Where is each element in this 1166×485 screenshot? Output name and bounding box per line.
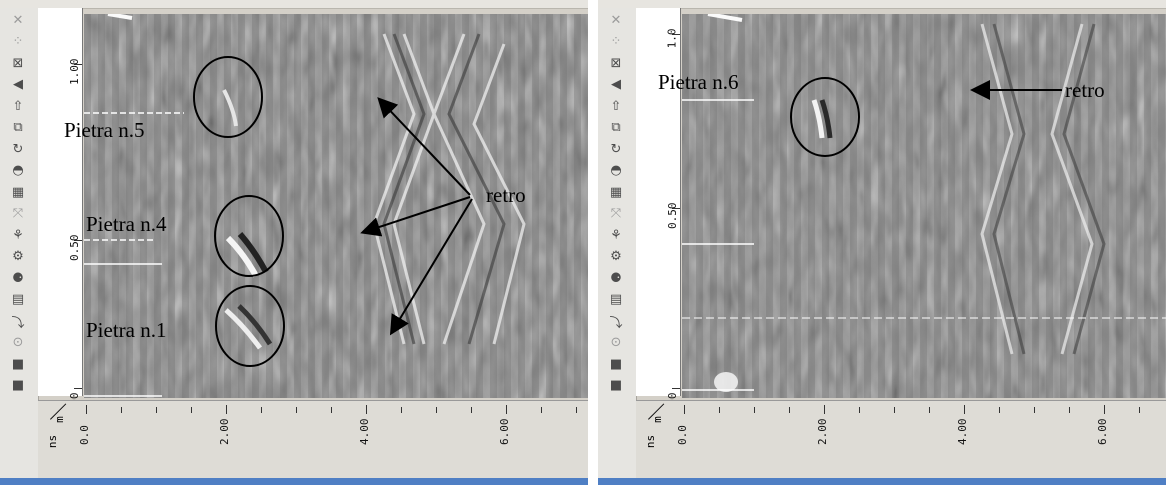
time-label: 2.00: [816, 418, 829, 446]
refresh-icon[interactable]: ↻: [606, 139, 626, 159]
copy-icon[interactable]: ⧉: [606, 118, 626, 138]
gain-icon[interactable]: ⚙: [606, 247, 626, 267]
sphere-icon[interactable]: ◓: [606, 161, 626, 181]
spread-icon[interactable]: ▦: [606, 182, 626, 202]
pick-icon[interactable]: ⤵: [606, 311, 626, 331]
window-bottom-edge: [598, 478, 1166, 485]
time-label: 4.00: [956, 418, 969, 446]
axis-unit: m ns: [644, 403, 672, 451]
stone6-label: Pietra n.6: [658, 70, 739, 94]
radargram-texture: [682, 14, 1166, 398]
axis-unit: m ns: [46, 403, 74, 451]
time-label: 4.00: [358, 418, 371, 446]
select-icon[interactable]: ⁘: [606, 32, 626, 52]
copy-icon[interactable]: ⧉: [8, 118, 28, 138]
left-toolbar: ✕ ⁘ ⊠ ◀ ⇧ ⧉ ↻ ◓ ▦ ⤧ ⚘ ⚙ ⚈ ▤ ⤵ ⊙ ■ ■: [0, 8, 39, 478]
sphere-icon[interactable]: ◓: [8, 161, 28, 181]
wiggle-icon[interactable]: ⚘: [8, 225, 28, 245]
right-radargram-window: ✕⁘⊠◀⇧⧉↻◓▦⤧⚘⚙⚈▤⤵⊙■■ 1.0 0.50 00: [598, 0, 1166, 485]
close-icon[interactable]: ✕: [606, 10, 626, 30]
depth-label: 1.0: [665, 28, 679, 49]
depth-label: 0.50: [67, 234, 81, 262]
left-radargram-window: ✕⁘⊠◀⇧⧉↻◓▦⤧⚘⚙⚈▤⤵⊙■■ 1.00 0.50 00: [0, 0, 588, 485]
depth-label: 0.50: [665, 202, 679, 230]
zoom-icon[interactable]: ⊠: [8, 53, 28, 73]
stone5-label: Pietra n.5: [64, 118, 145, 142]
right-time-axis: m ns 0.0 2.00 4.00 6.00: [636, 400, 1166, 479]
grid-icon[interactable]: ▤: [8, 290, 28, 310]
marker-icon[interactable]: ⚈: [606, 268, 626, 288]
stop-icon[interactable]: ■: [8, 376, 28, 396]
fit-icon[interactable]: ⤧: [606, 204, 626, 224]
close-icon[interactable]: ✕: [8, 10, 28, 30]
right-radargram-image: [682, 14, 1166, 398]
refresh-icon[interactable]: ↻: [8, 139, 28, 159]
time-label: 0.0: [78, 425, 91, 445]
marker-icon[interactable]: ⚈: [8, 268, 28, 288]
window-top-edge: [0, 0, 588, 9]
circle-icon[interactable]: ⊙: [8, 333, 28, 353]
gain-icon[interactable]: ⚙: [8, 247, 28, 267]
depth-label: 1.00: [67, 58, 81, 86]
retro-label: retro: [1065, 78, 1105, 102]
grid-icon[interactable]: ▤: [606, 290, 626, 310]
stone4-label: Pietra n.4: [86, 212, 167, 236]
stop-icon[interactable]: ■: [606, 376, 626, 396]
fit-icon[interactable]: ⤧: [8, 204, 28, 224]
left-time-axis: m ns 0.0 2.00 4.00 6.00: [38, 400, 588, 479]
back-icon[interactable]: ◀: [606, 75, 626, 95]
back-icon[interactable]: ◀: [8, 75, 28, 95]
left-depth-axis: 1.00 0.50 00: [38, 8, 83, 406]
window-bottom-edge: [0, 478, 588, 485]
time-label: 6.00: [498, 418, 511, 446]
right-depth-axis: 1.0 0.50 00: [636, 8, 681, 406]
spread-icon[interactable]: ▦: [8, 182, 28, 202]
up-icon[interactable]: ⇧: [8, 96, 28, 116]
zoom-icon[interactable]: ⊠: [606, 53, 626, 73]
retro-label: retro: [486, 183, 526, 207]
window-top-edge: [598, 0, 1166, 9]
stone1-label: Pietra n.1: [86, 318, 167, 342]
pick-icon[interactable]: ⤵: [8, 311, 28, 331]
wiggle-icon[interactable]: ⚘: [606, 225, 626, 245]
time-label: 2.00: [218, 418, 231, 446]
right-toolbar: ✕ ⁘ ⊠ ◀ ⇧ ⧉ ↻ ◓ ▦ ⤧ ⚘ ⚙ ⚈ ▤ ⤵ ⊙ ■ ■: [598, 8, 637, 478]
layer-icon[interactable]: ■: [606, 354, 626, 374]
up-icon[interactable]: ⇧: [606, 96, 626, 116]
time-label: 6.00: [1096, 418, 1109, 446]
time-label: 0.0: [676, 425, 689, 445]
circle-icon[interactable]: ⊙: [606, 333, 626, 353]
layer-icon[interactable]: ■: [8, 354, 28, 374]
select-icon[interactable]: ⁘: [8, 32, 28, 52]
